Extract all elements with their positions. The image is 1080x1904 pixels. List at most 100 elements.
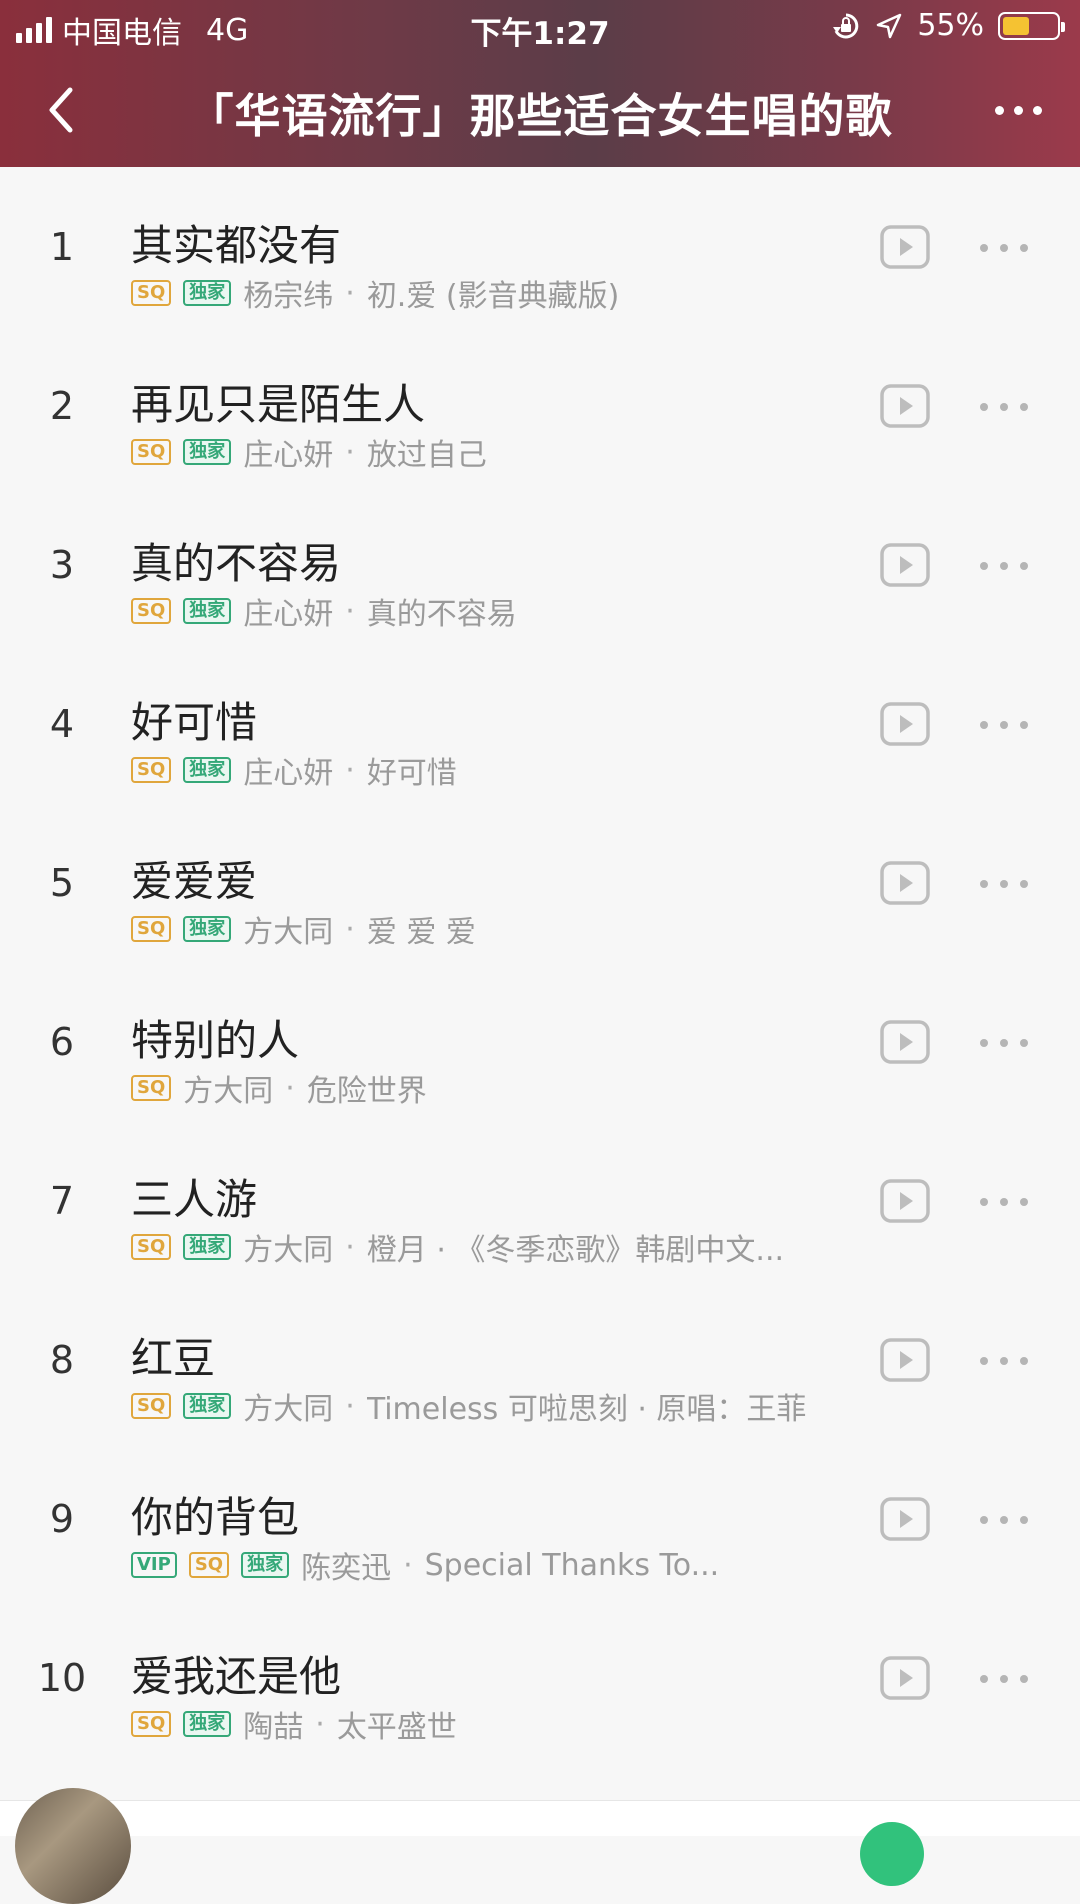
exclusive-badge: 独家 <box>183 1234 232 1260</box>
song-index: 2 <box>49 383 75 428</box>
song-meta: SQ 独家 方大同 · 橙月 · 《冬季恋歌》韩剧中文... <box>131 1230 851 1264</box>
play-video-button[interactable] <box>880 1020 930 1064</box>
song-album: 橙月 · 《冬季恋歌》韩剧中文... <box>366 1233 785 1264</box>
song-artist: 方大同 <box>243 1392 334 1423</box>
song-row[interactable]: 4 好可惜 SQ 独家 庄心妍 · 好可惜 <box>0 644 1080 803</box>
play-video-button[interactable] <box>880 225 930 269</box>
separator-dot: · <box>345 1389 355 1423</box>
song-artist: 方大同 <box>243 915 334 946</box>
song-more-button[interactable] <box>980 866 1028 902</box>
song-row[interactable]: 7 三人游 SQ 独家 方大同 · 橙月 · 《冬季恋歌》韩剧中文... <box>0 1121 1080 1280</box>
play-icon <box>900 715 913 733</box>
back-button[interactable] <box>36 80 90 140</box>
song-row[interactable]: 9 你的背包 VIP SQ 独家 陈奕迅 · Special Thanks To..… <box>0 1439 1080 1598</box>
play-video-button[interactable] <box>880 384 930 428</box>
more-horizontal-icon <box>994 105 1004 115</box>
song-title[interactable]: 三人游 <box>131 1166 257 1227</box>
song-title[interactable]: 红豆 <box>131 1325 215 1386</box>
song-title[interactable]: 你的背包 <box>131 1484 299 1545</box>
play-video-button[interactable] <box>880 1179 930 1223</box>
sq-badge: SQ <box>131 280 172 306</box>
play-video-button[interactable] <box>880 702 930 746</box>
song-row[interactable]: 8 红豆 SQ 独家 方大同 · Timeless 可啦思刻 · 原唱：王菲 <box>0 1280 1080 1439</box>
play-video-button[interactable] <box>880 543 930 587</box>
play-video-button[interactable] <box>880 861 930 905</box>
navigation-bar: 「华语流行」那些适合女生唱的歌 <box>0 56 1080 167</box>
song-title[interactable]: 好可惜 <box>131 689 257 750</box>
song-list: 1 其实都没有 SQ 独家 杨宗纬 · 初.爱 (影音典藏版) 2 再见只是陌生人… <box>0 167 1080 1757</box>
location-icon <box>877 13 902 38</box>
separator-dot: · <box>315 1707 325 1741</box>
now-playing-cover[interactable] <box>15 1788 131 1904</box>
exclusive-badge: 独家 <box>241 1552 290 1578</box>
song-more-button[interactable] <box>980 1661 1028 1697</box>
play-icon <box>900 556 913 574</box>
separator-dot: · <box>345 594 355 628</box>
separator-dot: · <box>345 1230 355 1264</box>
exclusive-badge: 独家 <box>183 598 232 624</box>
song-artist: 庄心妍 <box>243 597 334 628</box>
song-album: 危险世界 <box>306 1074 427 1105</box>
play-icon <box>900 1192 913 1210</box>
playlist-icon[interactable] <box>860 1822 924 1886</box>
song-meta: SQ 独家 庄心妍 · 真的不容易 <box>131 594 851 628</box>
song-row[interactable]: 5 爱爱爱 SQ 独家 方大同 · 爱 爱 爱 <box>0 803 1080 962</box>
song-title[interactable]: 特别的人 <box>131 1007 299 1068</box>
sq-badge: SQ <box>131 1711 172 1737</box>
song-more-button[interactable] <box>980 1025 1028 1061</box>
play-icon <box>900 1033 913 1051</box>
exclusive-badge: 独家 <box>183 1711 232 1737</box>
song-album: Special Thanks To... <box>424 1548 720 1582</box>
song-title[interactable]: 爱爱爱 <box>131 848 257 909</box>
more-button[interactable] <box>984 84 1052 136</box>
song-album: 放过自己 <box>366 438 487 469</box>
song-row[interactable]: 3 真的不容易 SQ 独家 庄心妍 · 真的不容易 <box>0 485 1080 644</box>
song-more-button[interactable] <box>980 548 1028 584</box>
song-title[interactable]: 真的不容易 <box>131 530 341 591</box>
song-more-button[interactable] <box>980 1343 1028 1379</box>
song-more-button[interactable] <box>980 389 1028 425</box>
more-dots-icon <box>980 562 988 570</box>
mini-player-bar[interactable] <box>0 1800 1080 1836</box>
battery-percent: 55% <box>917 8 984 43</box>
sq-badge: SQ <box>131 757 172 783</box>
song-meta: VIP SQ 独家 陈奕迅 · Special Thanks To... <box>131 1548 851 1582</box>
song-artist: 陶喆 <box>243 1710 304 1741</box>
song-meta: SQ 独家 庄心妍 · 放过自己 <box>131 435 851 469</box>
exclusive-badge: 独家 <box>183 280 232 306</box>
exclusive-badge: 独家 <box>183 1393 232 1419</box>
sq-badge: SQ <box>131 916 172 942</box>
play-video-button[interactable] <box>880 1497 930 1541</box>
song-album: 爱 爱 爱 <box>366 915 476 946</box>
sq-badge: SQ <box>131 1075 172 1101</box>
song-more-button[interactable] <box>980 1502 1028 1538</box>
play-video-button[interactable] <box>880 1656 930 1700</box>
separator-dot: · <box>345 435 355 469</box>
header: 中国电信 4G 下午1:27 55% 「华语流行」那些适合女生唱的歌 <box>0 0 1080 167</box>
song-title[interactable]: 爱我还是他 <box>131 1643 341 1704</box>
song-album: 太平盛世 <box>336 1710 457 1741</box>
song-more-button[interactable] <box>980 707 1028 743</box>
song-row[interactable]: 10 爱我还是他 SQ 独家 陶喆 · 太平盛世 <box>0 1598 1080 1757</box>
play-icon <box>900 397 913 415</box>
song-row[interactable]: 2 再见只是陌生人 SQ 独家 庄心妍 · 放过自己 <box>0 326 1080 485</box>
song-title[interactable]: 其实都没有 <box>131 212 341 273</box>
separator-dot: · <box>345 753 355 787</box>
play-video-button[interactable] <box>880 1338 930 1382</box>
play-icon <box>900 874 913 892</box>
song-more-button[interactable] <box>980 230 1028 266</box>
song-index: 1 <box>49 224 75 269</box>
song-title[interactable]: 再见只是陌生人 <box>131 371 425 432</box>
song-row[interactable]: 1 其实都没有 SQ 独家 杨宗纬 · 初.爱 (影音典藏版) <box>0 167 1080 326</box>
page-title: 「华语流行」那些适合女生唱的歌 <box>187 89 893 143</box>
song-more-button[interactable] <box>980 1184 1028 1220</box>
song-album: 好可惜 <box>366 756 457 787</box>
song-artist: 杨宗纬 <box>243 279 334 310</box>
song-row[interactable]: 6 特别的人 SQ 方大同 · 危险世界 <box>0 962 1080 1121</box>
song-meta: SQ 独家 杨宗纬 · 初.爱 (影音典藏版) <box>131 276 851 310</box>
song-artist: 庄心妍 <box>243 756 334 787</box>
sq-badge: SQ <box>131 1393 172 1419</box>
chevron-left-icon <box>49 87 73 133</box>
song-index: 8 <box>49 1337 75 1382</box>
song-meta: SQ 独家 方大同 · Timeless 可啦思刻 · 原唱：王菲 <box>131 1389 851 1423</box>
